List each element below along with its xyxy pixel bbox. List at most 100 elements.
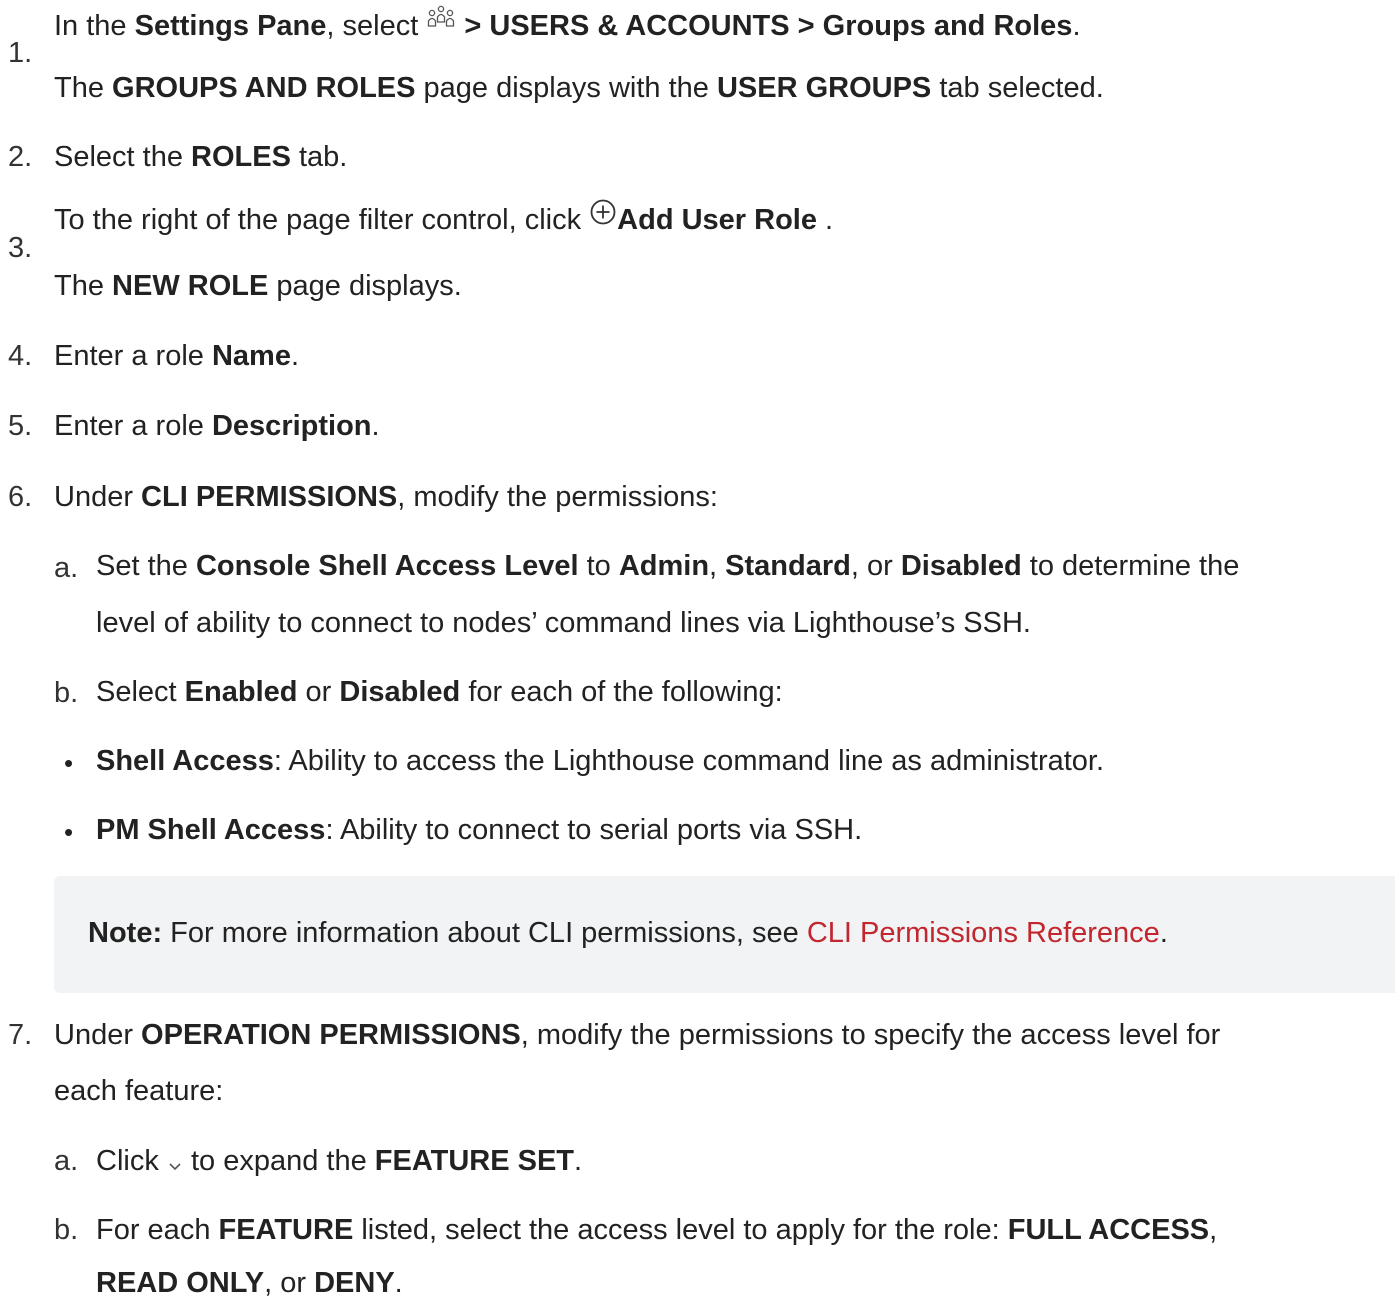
text: tab selected. (931, 72, 1104, 104)
text: , or (264, 1267, 315, 1299)
step-6-text: Under CLI PERMISSIONS, modify the permis… (54, 479, 718, 517)
bold-term: ROLES (191, 141, 291, 173)
bullet-icon: • (64, 817, 74, 847)
text: To the right of the page filter control,… (54, 204, 590, 236)
note-label: Note: (88, 917, 163, 949)
bold-term: DENY (314, 1267, 395, 1299)
text: , or (850, 550, 901, 582)
text: page displays. (268, 270, 462, 302)
settings-pane-label: Settings Pane (134, 10, 327, 42)
bold-term: FEATURE (218, 1214, 354, 1246)
bold-term: Disabled (339, 676, 461, 708)
substep-label: a. (54, 1145, 79, 1177)
bold-term: GROUPS AND ROLES (112, 72, 416, 104)
plus-circle-icon (589, 198, 617, 237)
bold-term: Name (211, 340, 291, 372)
text: , select (326, 10, 427, 42)
text: : Ability to access the Lighthouse comma… (273, 745, 1105, 777)
users-icon (426, 4, 456, 43)
text: . (816, 204, 834, 236)
bold-term: Admin (618, 550, 710, 582)
text: Select (96, 676, 185, 708)
step-5-text: Enter a role Description. (54, 408, 380, 446)
text: page displays with the (415, 72, 717, 104)
substep-7b-text: For each FEATURE listed, select the acce… (96, 1212, 1217, 1250)
bold-term: Enabled (184, 676, 298, 708)
text: For more information about CLI permissio… (162, 917, 807, 949)
substep-label: b. (54, 1214, 79, 1246)
text: listed, select the access level to apply… (353, 1214, 1008, 1246)
step-number: 1. (8, 37, 33, 69)
text: for each of the following: (460, 676, 783, 708)
substep-7a-text: Click to expand the FEATURE SET. (96, 1143, 582, 1181)
text: , (1209, 1214, 1218, 1246)
text: , modify the permissions to specify the … (520, 1019, 1221, 1051)
text: , (709, 550, 726, 582)
step-1-text: In the Settings Pane, select > USERS & A… (54, 5, 1081, 47)
bold-term: Disabled (900, 550, 1022, 582)
step-3-result: The NEW ROLE page displays. (54, 268, 462, 306)
step-number: 5. (8, 410, 33, 442)
text: or (297, 676, 340, 708)
text: Click (96, 1145, 167, 1177)
text: to expand the (182, 1145, 375, 1177)
bold-term: CLI PERMISSIONS (141, 481, 398, 513)
step-number: 7. (8, 1019, 33, 1051)
bold-term: Standard (725, 550, 851, 582)
text: For each (96, 1214, 219, 1246)
substep-label: a. (54, 552, 79, 584)
text: . (1072, 10, 1081, 42)
substep-6a-text: Set the Console Shell Access Level to Ad… (96, 548, 1239, 586)
bold-term: USER GROUPS (716, 72, 932, 104)
bold-term: FULL ACCESS (1007, 1214, 1210, 1246)
substep-6b-text: Select Enabled or Disabled for each of t… (96, 674, 783, 712)
text: Enter a role (54, 410, 212, 442)
text: to determine the (1021, 550, 1240, 582)
step-2-text: Select the ROLES tab. (54, 139, 347, 177)
step-number: 3. (8, 232, 33, 264)
cli-permissions-reference-link[interactable]: CLI Permissions Reference (807, 917, 1160, 949)
text: The (54, 270, 113, 302)
text: In the (54, 10, 135, 42)
text: . (394, 1267, 403, 1299)
step-7-continued: each feature: (54, 1075, 224, 1107)
step-number: 2. (8, 141, 33, 173)
text: Set the (96, 550, 196, 582)
bold-term: Description (211, 410, 372, 442)
bold-term: READ ONLY (96, 1267, 265, 1299)
text: , modify the permissions: (397, 481, 718, 513)
bullet-icon: • (64, 748, 74, 778)
bold-term: FEATURE SET (374, 1145, 575, 1177)
substep-6a-continued: level of ability to connect to nodes’ co… (96, 607, 1031, 639)
step-1-result: The GROUPS AND ROLES page displays with … (54, 70, 1104, 108)
text: . (371, 410, 380, 442)
bold-term: NEW ROLE (112, 270, 269, 302)
bullet-item: PM Shell Access: Ability to connect to s… (96, 812, 862, 850)
step-3-text: To the right of the page filter control,… (54, 199, 834, 241)
substep-7b-continued: READ ONLY, or DENY. (96, 1265, 403, 1303)
text: to (578, 550, 619, 582)
step-4-text: Enter a role Name. (54, 338, 299, 376)
text: Under (54, 1019, 142, 1051)
add-user-role-label: Add User Role (617, 204, 817, 236)
bold-term: OPERATION PERMISSIONS (141, 1019, 521, 1051)
step-7-text: Under OPERATION PERMISSIONS, modify the … (54, 1017, 1220, 1055)
menu-path: > USERS & ACCOUNTS > Groups and Roles (456, 10, 1073, 42)
step-number: 6. (8, 481, 33, 513)
bold-term: Shell Access (96, 745, 274, 777)
text: Select the (54, 141, 192, 173)
bold-term: Console Shell Access Level (195, 550, 579, 582)
bullet-item: Shell Access: Ability to access the Ligh… (96, 743, 1104, 781)
text: . (574, 1145, 583, 1177)
text: Under (54, 481, 142, 513)
chevron-down-icon (167, 1146, 183, 1184)
text: . (290, 340, 300, 372)
text: Enter a role (54, 340, 212, 372)
bold-term: PM Shell Access (96, 814, 326, 846)
note-text: Note: For more information about CLI per… (88, 915, 1168, 953)
text: tab. (290, 141, 348, 173)
step-number: 4. (8, 340, 33, 372)
text: The (54, 72, 113, 104)
text: : Ability to connect to serial ports via… (325, 814, 863, 846)
substep-label: b. (54, 677, 79, 709)
